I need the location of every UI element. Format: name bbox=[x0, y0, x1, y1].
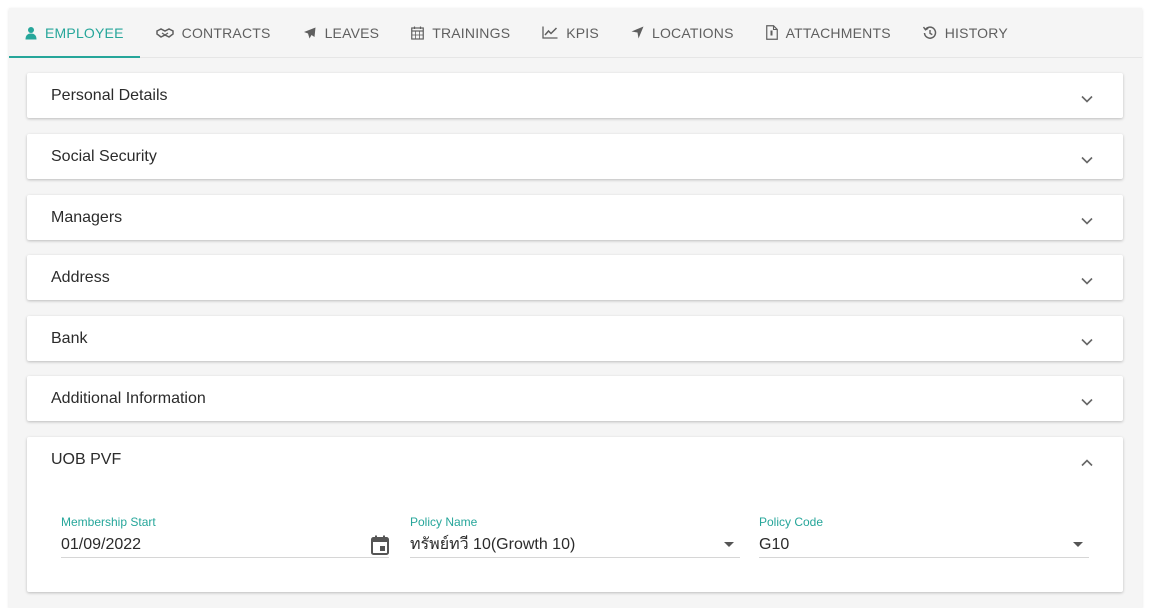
tab-label: ATTACHMENTS bbox=[785, 24, 891, 41]
tab-kpis[interactable]: KPIS bbox=[526, 8, 615, 57]
history-icon bbox=[922, 25, 936, 39]
section-title: UOB PVF bbox=[51, 450, 122, 468]
section-header[interactable]: Social Security bbox=[27, 134, 1123, 179]
chevron-down-icon[interactable] bbox=[1075, 87, 1099, 111]
tab-label: EMPLOYEE bbox=[45, 24, 124, 41]
tab-leaves[interactable]: LEAVES bbox=[287, 8, 396, 57]
section-header[interactable]: Additional Information bbox=[27, 376, 1123, 421]
section-header[interactable]: Address bbox=[27, 255, 1123, 300]
tab-employee[interactable]: EMPLOYEE bbox=[9, 8, 140, 58]
section-social-security: Social Security bbox=[27, 134, 1123, 179]
section-title: Additional Information bbox=[51, 389, 206, 407]
policy-code-select[interactable]: G10 bbox=[759, 532, 1089, 558]
airplane-icon bbox=[303, 27, 316, 38]
policy-code-field: Policy Code G10 bbox=[759, 514, 1089, 558]
section-title: Managers bbox=[51, 208, 123, 226]
line-chart-icon bbox=[542, 26, 558, 39]
file-icon bbox=[765, 25, 778, 40]
section-title: Personal Details bbox=[51, 86, 168, 104]
section-header[interactable]: Bank bbox=[27, 316, 1123, 361]
dropdown-arrow-icon[interactable] bbox=[724, 542, 734, 547]
membership-start-input[interactable]: 01/09/2022 bbox=[61, 532, 389, 558]
policy-name-field: Policy Name ทรัพย์ทวี 10(Growth 10) bbox=[410, 514, 740, 558]
tab-history[interactable]: HISTORY bbox=[907, 8, 1024, 57]
membership-start-value: 01/09/2022 bbox=[61, 535, 142, 553]
section-title: Address bbox=[51, 268, 110, 286]
person-icon bbox=[25, 26, 37, 39]
tab-trainings[interactable]: TRAININGS bbox=[395, 8, 526, 57]
tab-attachments[interactable]: ATTACHMENTS bbox=[750, 8, 907, 57]
policy-code-label: Policy Code bbox=[759, 515, 824, 529]
tab-label: LOCATIONS bbox=[651, 24, 734, 41]
chevron-down-icon[interactable] bbox=[1075, 209, 1099, 233]
section-uob-pvf: UOB PVF Membership Start 01/09/2022 Poli… bbox=[27, 437, 1123, 592]
tab-label: TRAININGS bbox=[432, 24, 511, 41]
section-address: Address bbox=[27, 255, 1123, 300]
tab-label: KPIS bbox=[566, 24, 599, 41]
tab-label: HISTORY bbox=[944, 24, 1008, 41]
membership-start-label: Membership Start bbox=[61, 515, 156, 529]
tab-label: LEAVES bbox=[324, 24, 380, 41]
section-header[interactable]: Managers bbox=[27, 195, 1123, 240]
section-header[interactable]: Personal Details bbox=[27, 73, 1123, 118]
policy-name-label: Policy Name bbox=[410, 515, 478, 529]
policy-name-value: ทรัพย์ทวี 10(Growth 10) bbox=[410, 536, 576, 553]
tab-label: CONTRACTS bbox=[181, 24, 271, 41]
section-personal-details: Personal Details bbox=[27, 73, 1123, 118]
dropdown-arrow-icon[interactable] bbox=[1073, 542, 1083, 547]
calendar-picker-icon[interactable] bbox=[371, 535, 389, 555]
section-additional-information: Additional Information bbox=[27, 376, 1123, 421]
chevron-down-icon[interactable] bbox=[1075, 269, 1099, 293]
section-managers: Managers bbox=[27, 195, 1123, 240]
tab-locations[interactable]: LOCATIONS bbox=[615, 8, 750, 57]
membership-start-field: Membership Start 01/09/2022 bbox=[61, 514, 389, 558]
chevron-down-icon[interactable] bbox=[1075, 330, 1099, 354]
employee-form-card: EMPLOYEE CONTRACTS LEAVES TRAININGS KPIS… bbox=[9, 8, 1142, 608]
tab-contracts[interactable]: CONTRACTS bbox=[140, 8, 287, 57]
policy-code-value: G10 bbox=[759, 535, 790, 553]
section-header[interactable]: UOB PVF bbox=[27, 437, 1123, 482]
calendar-icon bbox=[411, 26, 425, 40]
section-title: Social Security bbox=[51, 147, 157, 165]
tab-bar: EMPLOYEE CONTRACTS LEAVES TRAININGS KPIS… bbox=[9, 8, 1142, 58]
chevron-down-icon[interactable] bbox=[1075, 148, 1099, 172]
uob-pvf-fields: Membership Start 01/09/2022 Policy Name … bbox=[27, 482, 1123, 592]
chevron-up-icon[interactable] bbox=[1075, 451, 1099, 475]
section-bank: Bank bbox=[27, 316, 1123, 361]
chevron-down-icon[interactable] bbox=[1075, 390, 1099, 414]
policy-name-select[interactable]: ทรัพย์ทวี 10(Growth 10) bbox=[410, 532, 740, 558]
handshake-icon bbox=[155, 27, 174, 38]
location-arrow-icon bbox=[631, 26, 644, 39]
section-title: Bank bbox=[51, 329, 88, 347]
